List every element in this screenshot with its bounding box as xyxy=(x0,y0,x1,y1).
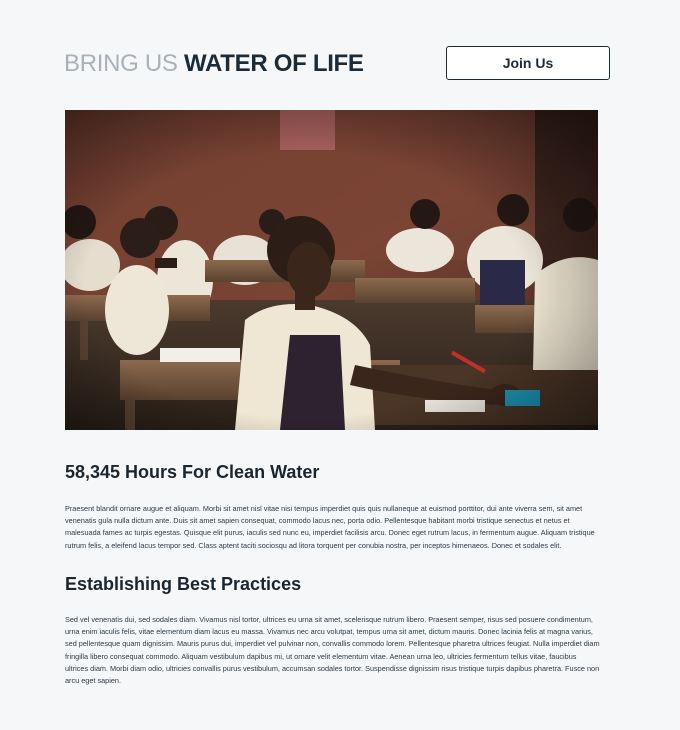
section-body-clean-water: Praesent blandit ornare augue et aliquam… xyxy=(65,504,595,550)
site-logo[interactable]: BRING US WATER OF LIFE xyxy=(64,50,364,78)
section-title-clean-water: 58,345 Hours For Clean Water xyxy=(65,462,320,482)
hero-image xyxy=(65,110,598,430)
join-us-button[interactable]: Join Us xyxy=(446,46,610,80)
section-body-best-practices: Sed vel venenatis dui, sed sodales diam.… xyxy=(65,615,600,686)
logo-bold-text: WATER OF LIFE xyxy=(183,50,364,77)
site-header: BRING US WATER OF LIFE Join Us xyxy=(64,46,610,82)
classroom-photo xyxy=(65,110,598,430)
section-title-best-practices: Establishing Best Practices xyxy=(65,574,302,594)
logo-light-text: BRING US xyxy=(64,50,184,77)
